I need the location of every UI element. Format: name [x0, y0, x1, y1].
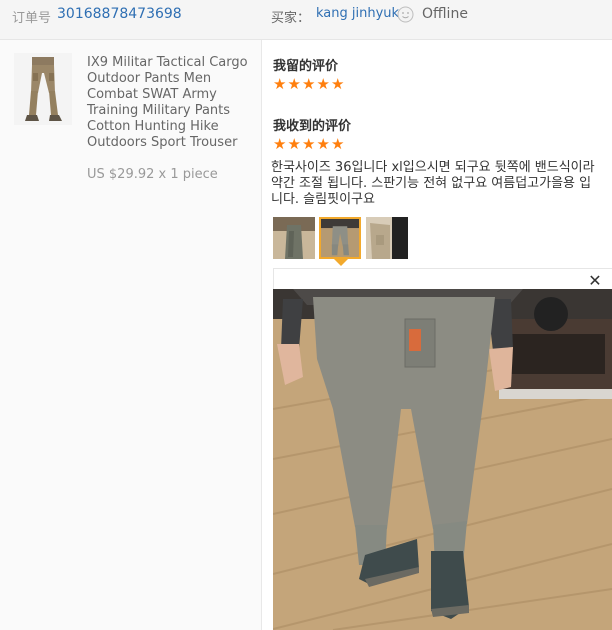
review-photo-thumb-1[interactable] — [273, 217, 315, 259]
star-icon: ★ — [331, 75, 345, 93]
star-icon: ★ — [287, 135, 301, 153]
my-review-heading: 我留的评价 — [273, 59, 339, 74]
product-thumbnail[interactable] — [14, 53, 72, 125]
buyer-label: 买家： — [271, 11, 311, 26]
star-icon: ★ — [331, 135, 345, 153]
star-icon: ★ — [302, 135, 316, 153]
received-review-heading: 我收到的评价 — [273, 119, 352, 134]
review-text: 한국사이즈 36입니다 xl입으시면 되구요 뒷쪽에 밴드식이라 약간 조절 됩… — [271, 160, 595, 207]
review-photo-large — [273, 289, 612, 630]
my-review-rating: ★ ★ ★ ★ ★ — [273, 77, 346, 92]
star-icon: ★ — [287, 75, 301, 93]
review-photo-thumb-3[interactable] — [366, 217, 408, 259]
review-photo-thumb-2[interactable] — [319, 217, 361, 259]
order-header: 订单号 30168878473698 买家： kang jinhyuk Offl… — [0, 0, 612, 40]
buyer-name-link[interactable]: kang jinhyuk — [316, 6, 399, 21]
product-price: US $29.92 x 1 piece — [87, 167, 218, 182]
order-number-link[interactable]: 30168878473698 — [57, 6, 182, 22]
star-icon: ★ — [302, 75, 316, 93]
star-icon: ★ — [273, 75, 287, 93]
star-icon: ★ — [316, 135, 330, 153]
close-icon[interactable]: ✕ — [586, 272, 604, 290]
star-icon: ★ — [316, 75, 330, 93]
online-status: Offline — [422, 6, 468, 22]
product-title-link[interactable]: IX9 Militar Tactical Cargo Outdoor Pants… — [87, 55, 257, 151]
order-number-label: 订单号 — [12, 11, 52, 26]
star-icon: ★ — [273, 135, 287, 153]
smiley-icon[interactable] — [397, 6, 414, 23]
selected-thumb-pointer — [334, 259, 348, 266]
received-review-rating: ★ ★ ★ ★ ★ — [273, 137, 346, 152]
